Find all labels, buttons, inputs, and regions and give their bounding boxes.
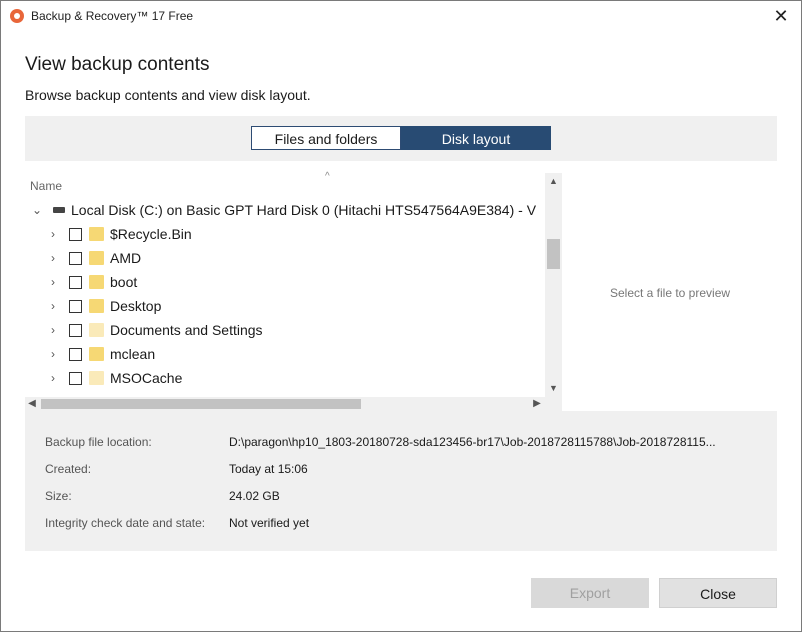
scroll-left-icon[interactable]: ◀	[25, 397, 39, 411]
folder-icon	[89, 323, 104, 337]
drive-icon	[53, 207, 65, 213]
tree-item-row[interactable]: › MSOCache	[25, 366, 545, 390]
integrity-label: Integrity check date and state:	[45, 516, 206, 530]
sort-arrow-icon: ^	[325, 171, 330, 182]
chevron-right-icon[interactable]: ›	[51, 366, 55, 390]
created-label: Created:	[45, 462, 92, 476]
tree-root-row[interactable]: ⌄ Local Disk (C:) on Basic GPT Hard Disk…	[25, 198, 545, 222]
folder-icon	[89, 227, 104, 241]
integrity-value: Not verified yet	[229, 516, 310, 530]
folder-icon	[89, 371, 104, 385]
item-checkbox[interactable]	[69, 252, 82, 265]
scroll-up-icon[interactable]: ▲	[545, 173, 562, 190]
tree-item-row[interactable]: › Documents and Settings	[25, 318, 545, 342]
location-value: D:\paragon\hp10_1803-20180728-sda123456-…	[229, 435, 716, 449]
title-bar: Backup & Recovery™ 17 Free ✕	[1, 1, 801, 31]
tree-item-row[interactable]: › boot	[25, 270, 545, 294]
scrollbar-corner	[545, 397, 562, 411]
tab-bar: Files and folders Disk layout	[25, 116, 777, 161]
folder-icon	[89, 275, 104, 289]
app-logo-icon	[10, 9, 24, 23]
folder-icon	[89, 347, 104, 361]
folder-icon	[89, 299, 104, 313]
item-checkbox[interactable]	[69, 276, 82, 289]
tree-item-label: $Recycle.Bin	[110, 226, 192, 242]
size-value: 24.02 GB	[229, 489, 280, 503]
tree-root-label: Local Disk (C:) on Basic GPT Hard Disk 0…	[71, 202, 537, 218]
tree-item-row[interactable]: › $Recycle.Bin	[25, 222, 545, 246]
close-button[interactable]: Close	[659, 578, 777, 608]
preview-placeholder: Select a file to preview	[609, 286, 731, 300]
tree-item-label: Documents and Settings	[110, 322, 263, 338]
tree-item-label: boot	[110, 274, 138, 290]
chevron-down-icon[interactable]: ⌄	[32, 198, 42, 222]
folder-icon	[89, 251, 104, 265]
chevron-right-icon[interactable]: ›	[51, 342, 55, 366]
vertical-scrollbar[interactable]: ▲ ▼	[545, 173, 562, 397]
tree-item-row[interactable]: › mclean	[25, 342, 545, 366]
tab-disk-layout[interactable]: Disk layout	[401, 126, 551, 150]
window-title: Backup & Recovery™ 17 Free	[31, 9, 194, 23]
vertical-scroll-thumb[interactable]	[547, 239, 560, 269]
scroll-right-icon[interactable]: ▶	[530, 397, 544, 411]
column-header-name[interactable]: Name ^	[25, 171, 545, 197]
chevron-right-icon[interactable]: ›	[51, 222, 55, 246]
tree-item-label: MSOCache	[110, 370, 183, 386]
item-checkbox[interactable]	[69, 348, 82, 361]
item-checkbox[interactable]	[69, 324, 82, 337]
chevron-right-icon[interactable]: ›	[51, 270, 55, 294]
file-tree-panel: Name ^ ⌄ Local Disk (C:) on Basic GPT Ha…	[25, 171, 563, 411]
backup-contents-dialog: Backup & Recovery™ 17 Free ✕ View backup…	[0, 0, 802, 632]
item-checkbox[interactable]	[69, 228, 82, 241]
export-button[interactable]: Export	[531, 578, 649, 608]
tree-item-row[interactable]: › AMD	[25, 246, 545, 270]
tree-item-label: mclean	[110, 346, 156, 362]
horizontal-scrollbar[interactable]: ◀ ▶	[25, 397, 545, 411]
backup-info-panel: Backup file location: D:\paragon\hp10_18…	[25, 411, 777, 551]
horizontal-scroll-thumb[interactable]	[41, 399, 361, 409]
tab-files-and-folders[interactable]: Files and folders	[251, 126, 401, 150]
location-label: Backup file location:	[45, 435, 152, 449]
column-name-label: Name	[30, 179, 63, 193]
item-checkbox[interactable]	[69, 300, 82, 313]
tree-item-label: Desktop	[110, 298, 162, 314]
window-close-button[interactable]: ✕	[761, 1, 801, 31]
chevron-right-icon[interactable]: ›	[51, 294, 55, 318]
page-subtitle: Browse backup contents and view disk lay…	[25, 87, 311, 103]
page-title: View backup contents	[25, 54, 210, 75]
size-label: Size:	[45, 489, 72, 503]
chevron-right-icon[interactable]: ›	[51, 246, 55, 270]
chevron-right-icon[interactable]: ›	[51, 318, 55, 342]
tree-item-label: AMD	[110, 250, 142, 266]
scroll-down-icon[interactable]: ▼	[545, 380, 562, 397]
item-checkbox[interactable]	[69, 372, 82, 385]
created-value: Today at 15:06	[229, 462, 308, 476]
tree-item-row[interactable]: › Desktop	[25, 294, 545, 318]
